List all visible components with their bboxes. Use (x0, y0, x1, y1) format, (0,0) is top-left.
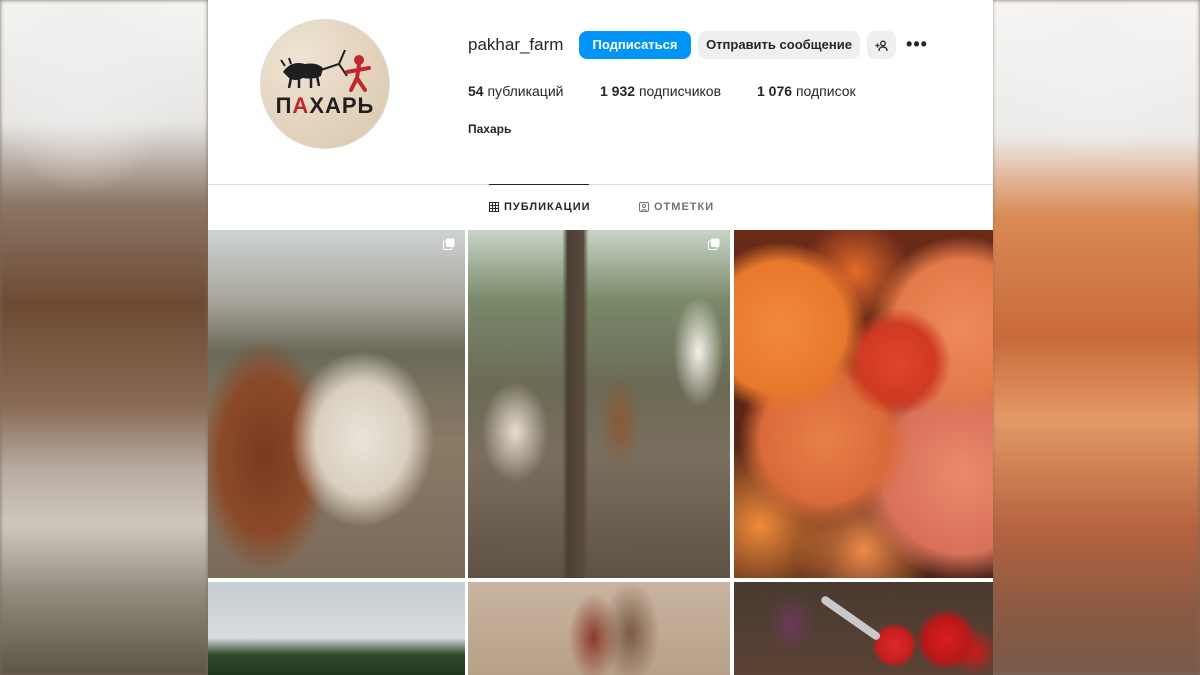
add-user-icon (875, 40, 888, 51)
avatar[interactable]: ПАХАРЬ (260, 19, 390, 149)
followers-stat[interactable]: 1 932 подписчиков (600, 83, 721, 99)
post-tile[interactable] (468, 582, 730, 675)
tab-tagged[interactable]: ОТМЕТКИ (639, 201, 714, 213)
username: pakhar_farm (468, 35, 564, 54)
send-message-button[interactable]: Отправить сообщение (698, 31, 860, 59)
following-stat[interactable]: 1 076 подписок (757, 83, 856, 99)
carousel-icon (708, 238, 720, 250)
tab-tagged-label: ОТМЕТКИ (654, 201, 715, 213)
grid-icon (489, 202, 499, 212)
active-tab-indicator (489, 184, 589, 185)
tab-posts-label: ПУБЛИКАЦИИ (504, 201, 591, 213)
tab-posts[interactable]: ПУБЛИКАЦИИ (489, 201, 591, 213)
full-name: Пахарь (468, 122, 512, 136)
more-options-icon[interactable]: ••• (904, 31, 930, 59)
plowman-logo-icon (280, 49, 371, 92)
post-tile[interactable] (734, 582, 993, 675)
tabs-divider (208, 184, 993, 185)
carousel-icon (443, 238, 455, 250)
posts-stat: 54 публикаций (468, 83, 564, 99)
blurred-background-left (0, 0, 208, 675)
tagged-icon (639, 202, 649, 212)
blurred-background-right (992, 0, 1200, 675)
post-tile[interactable] (208, 230, 465, 578)
avatar-logo-text: ПАХАРЬ (275, 93, 375, 118)
post-tile[interactable] (734, 230, 993, 578)
knife-shape (819, 594, 882, 642)
suggest-similar-button[interactable] (867, 31, 896, 59)
post-tile[interactable] (208, 582, 465, 675)
profile-page: ПАХАРЬ pakhar_farm Подписаться Отправить… (208, 0, 993, 675)
post-tile[interactable] (468, 230, 730, 578)
follow-button[interactable]: Подписаться (579, 31, 691, 59)
